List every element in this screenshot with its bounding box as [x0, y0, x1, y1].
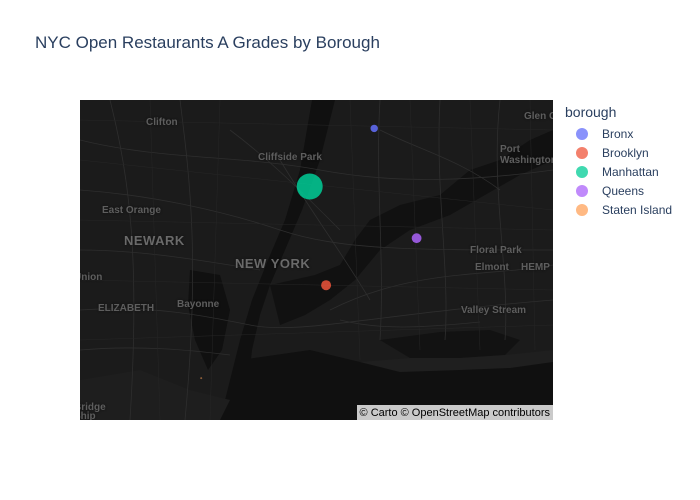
marker-bronx[interactable]: [370, 124, 378, 133]
marker-manhattan[interactable]: [296, 173, 323, 200]
legend-label-bronx: Bronx: [602, 126, 634, 141]
legend-swatch-bronx: [576, 127, 588, 140]
legend-item-queens[interactable]: Queens: [565, 181, 700, 200]
legend-swatch-queens: [576, 184, 588, 197]
legend-item-staten-island[interactable]: Staten Island: [565, 200, 700, 219]
legend-swatch-manhattan: [576, 165, 588, 178]
marker-layer: [200, 124, 422, 380]
marker-staten-island[interactable]: [200, 377, 203, 380]
legend: borough Bronx Brooklyn Manhattan Queens …: [565, 104, 700, 219]
legend-swatch-brooklyn: [576, 146, 588, 159]
legend-item-manhattan[interactable]: Manhattan: [565, 162, 700, 181]
legend-label-queens: Queens: [602, 183, 645, 198]
legend-item-bronx[interactable]: Bronx: [565, 124, 700, 143]
figure: NYC Open Restaurants A Grades by Borough: [0, 0, 700, 500]
legend-label-staten-island: Staten Island: [602, 202, 673, 217]
map-panel[interactable]: Clifton Cliffside Park East Orange NEWAR…: [80, 100, 553, 420]
legend-label-brooklyn: Brooklyn: [602, 145, 649, 160]
legend-item-brooklyn[interactable]: Brooklyn: [565, 143, 700, 162]
marker-brooklyn[interactable]: [321, 280, 332, 291]
legend-title: borough: [565, 104, 617, 120]
map-attribution[interactable]: © Carto © OpenStreetMap contributors: [356, 405, 553, 420]
chart-title: NYC Open Restaurants A Grades by Borough: [35, 33, 380, 52]
marker-queens[interactable]: [411, 233, 422, 244]
legend-swatch-staten-island: [576, 203, 588, 216]
legend-label-manhattan: Manhattan: [602, 164, 659, 179]
